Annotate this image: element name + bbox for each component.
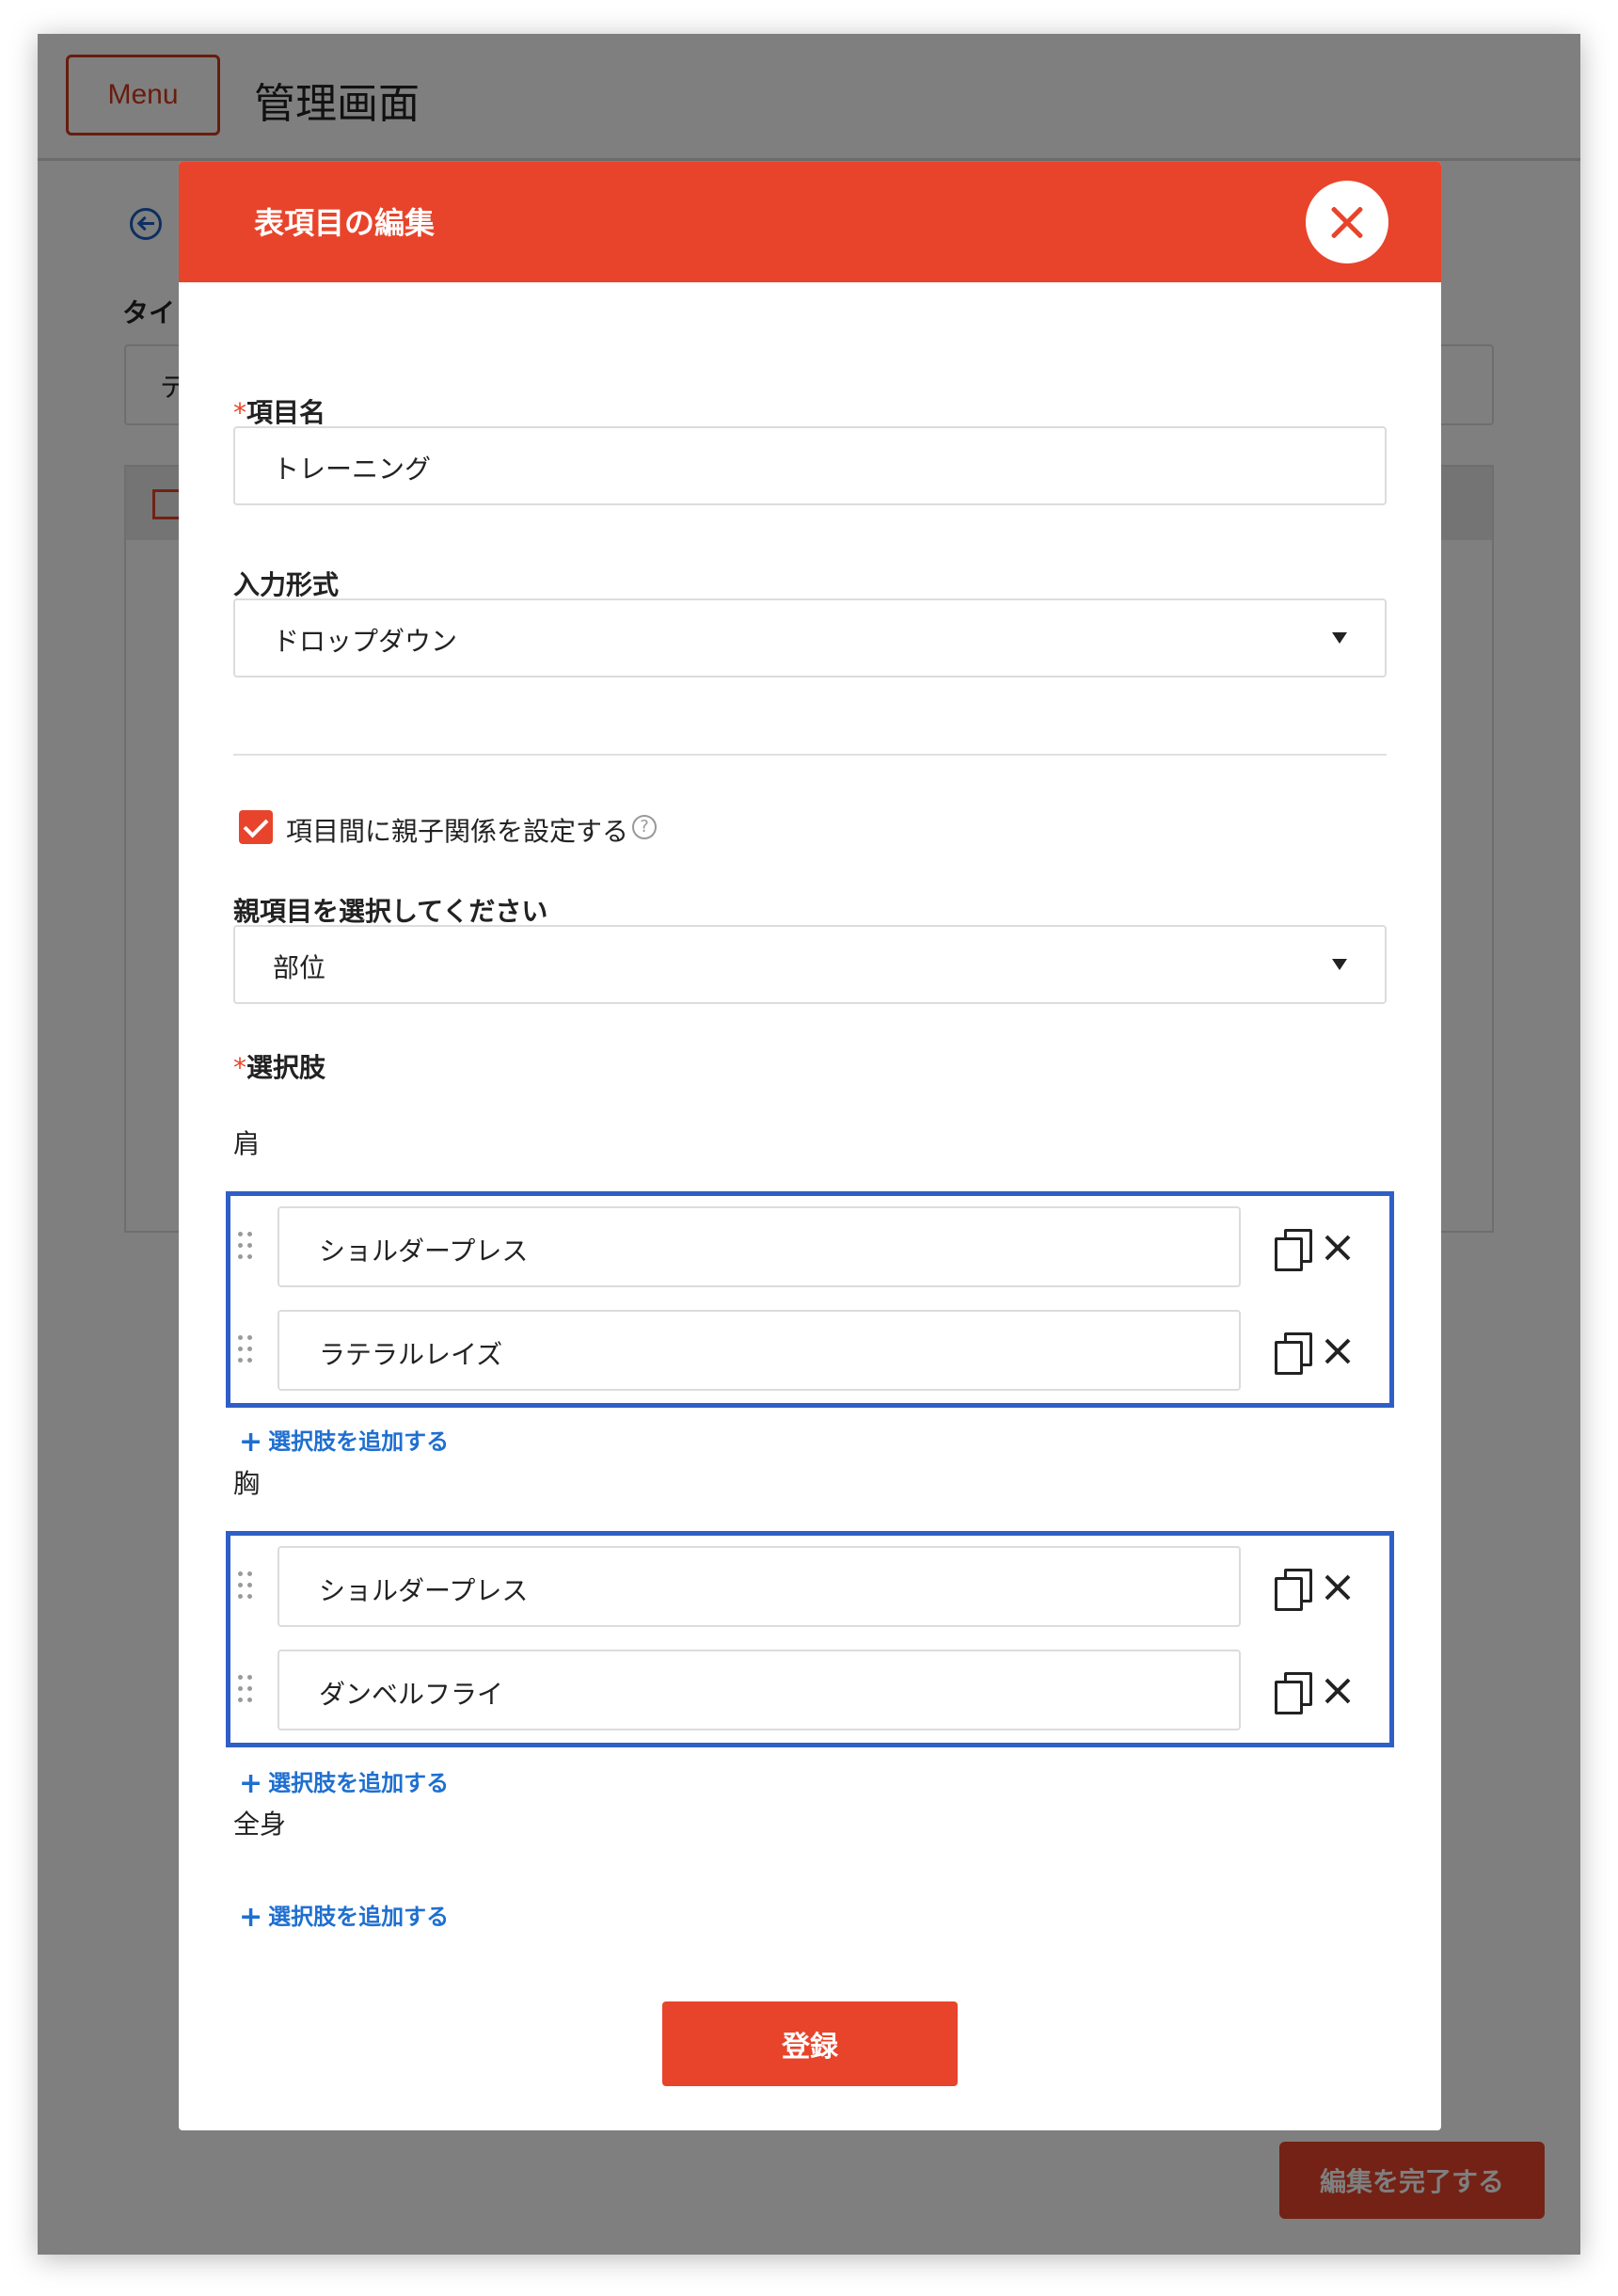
dropdown-caret-icon [1332,959,1347,970]
group-label-shoulder: 肩 [233,1128,261,1159]
modal-header: 表項目の編集 [179,162,1441,282]
delete-icon[interactable] [1324,1336,1354,1366]
input-format-select[interactable]: ドロップダウン [233,598,1387,678]
option-group-chest: ショルダープレス ダンベルフライ [226,1531,1394,1747]
option-input[interactable]: ショルダープレス [278,1546,1241,1627]
input-format-value: ドロップダウン [273,626,458,657]
option-input[interactable]: ダンベルフライ [278,1650,1241,1730]
delete-icon[interactable] [1324,1572,1354,1602]
close-icon[interactable] [1306,181,1388,263]
add-option-link[interactable]: + 選択肢を追加する [239,1423,449,1459]
group-label-fullbody: 全身 [233,1809,287,1840]
delete-icon[interactable] [1324,1676,1354,1706]
add-option-link[interactable]: + 選択肢を追加する [239,1764,449,1800]
add-option-link[interactable]: + 選択肢を追加する [239,1898,449,1934]
plus-icon: + [239,1767,263,1800]
parent-select-label: 親項目を選択してください [233,896,548,927]
group-label-chest: 胸 [233,1468,261,1499]
divider [233,754,1387,756]
drag-handle-icon[interactable] [238,1335,253,1363]
item-name-value: トレーニング [273,454,432,485]
option-row: ショルダープレス [230,1546,1389,1627]
option-input[interactable]: ラテラルレイズ [278,1310,1241,1391]
option-group-shoulder: ショルダープレス ラテラルレイズ [226,1191,1394,1408]
dropdown-caret-icon [1332,632,1347,644]
option-row: ショルダープレス [230,1206,1389,1287]
options-label: *選択肢 [233,1052,326,1083]
drag-handle-icon[interactable] [238,1675,253,1703]
parent-item-select[interactable]: 部位 [233,925,1387,1004]
plus-icon: + [239,1426,263,1459]
parent-item-value: 部位 [273,952,326,983]
app-window: Menu 管理画面 タイ テ 編集を完了する 表項目の編集 *項目名 トレーニン… [38,34,1580,2255]
parent-child-checkbox[interactable] [239,810,273,844]
delete-icon[interactable] [1324,1233,1354,1263]
option-row: ダンベルフライ [230,1650,1389,1730]
input-format-label: 入力形式 [233,569,340,600]
item-name-input[interactable]: トレーニング [233,426,1387,505]
copy-icon[interactable] [1273,1332,1312,1375]
option-row: ラテラルレイズ [230,1310,1389,1391]
option-input[interactable]: ショルダープレス [278,1206,1241,1287]
parent-child-label: 項目間に親子関係を設定する [286,816,629,847]
plus-icon: + [239,1901,263,1934]
drag-handle-icon[interactable] [238,1571,253,1600]
copy-icon[interactable] [1273,1229,1312,1271]
edit-item-modal: 表項目の編集 *項目名 トレーニング 入力形式 ドロップダウン 項目間に親子関係… [179,162,1441,2130]
item-name-label: *項目名 [233,397,326,428]
help-icon[interactable]: ? [632,815,657,839]
submit-button[interactable]: 登録 [662,2001,958,2086]
required-mark: * [233,397,246,428]
copy-icon[interactable] [1273,1569,1312,1611]
copy-icon[interactable] [1273,1672,1312,1714]
modal-title: 表項目の編集 [254,205,436,241]
drag-handle-icon[interactable] [238,1232,253,1260]
